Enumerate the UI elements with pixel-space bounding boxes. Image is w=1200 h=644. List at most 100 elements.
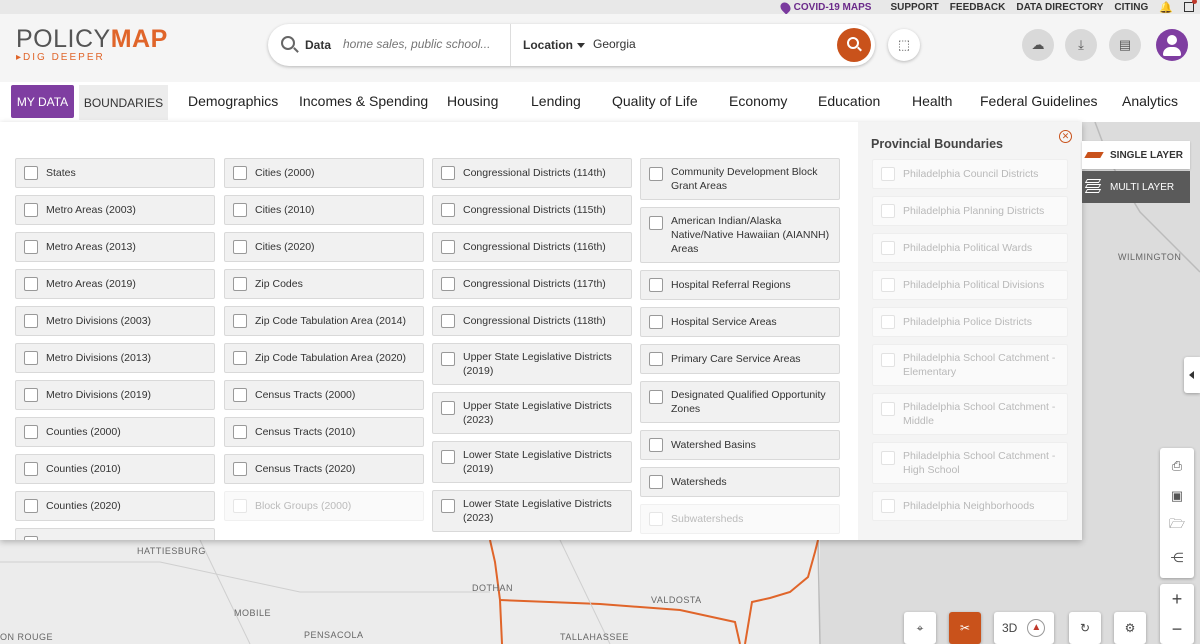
boundary-option[interactable]: Primary Care Service Areas xyxy=(640,344,840,374)
collapse-panel-tab[interactable] xyxy=(1184,357,1200,393)
covid-maps-link[interactable]: COVID-19 MAPS xyxy=(778,0,871,15)
nav-economy[interactable]: Economy xyxy=(729,93,787,109)
boundary-option[interactable]: Metro Areas (2003) xyxy=(15,195,215,225)
report-button[interactable]: ▤ xyxy=(1109,29,1141,61)
boundary-option[interactable]: Congressional Districts (116th) xyxy=(432,232,632,262)
boundary-option[interactable]: Lower State Legislative Districts (2019) xyxy=(432,441,632,483)
boundary-option[interactable]: Designated Qualified Opportunity Zones xyxy=(640,381,840,423)
boundary-option[interactable]: Counties (2000) xyxy=(15,417,215,447)
boundary-option[interactable]: Census Tracts (2010) xyxy=(224,417,424,447)
settings-button[interactable]: ⚙ xyxy=(1114,612,1146,644)
avatar[interactable] xyxy=(1156,29,1188,61)
close-icon[interactable]: ✕ xyxy=(1059,130,1072,143)
boundary-option[interactable]: Census Tracts (2020) xyxy=(224,454,424,484)
boundary-option[interactable]: Hospital Service Areas xyxy=(640,307,840,337)
checkbox[interactable] xyxy=(24,536,38,540)
boundary-option[interactable]: Cities (2010) xyxy=(224,195,424,225)
checkbox[interactable] xyxy=(24,388,38,402)
draw-tool-button[interactable]: ⌖ xyxy=(904,612,936,644)
cut-tool-button[interactable]: ✂ xyxy=(949,612,981,644)
checkbox[interactable] xyxy=(233,462,247,476)
checkbox[interactable] xyxy=(441,314,455,328)
nav-housing[interactable]: Housing xyxy=(447,93,498,109)
checkbox[interactable] xyxy=(24,425,38,439)
nav-demographics[interactable]: Demographics xyxy=(188,93,278,109)
3d-label[interactable]: 3D xyxy=(1002,621,1017,635)
nav-health[interactable]: Health xyxy=(912,93,952,109)
checkbox[interactable] xyxy=(24,203,38,217)
checkbox[interactable] xyxy=(233,351,247,365)
checkbox[interactable] xyxy=(649,475,663,489)
checkbox[interactable] xyxy=(441,203,455,217)
checkbox[interactable] xyxy=(441,352,455,366)
checkbox[interactable] xyxy=(649,216,663,230)
boundary-option[interactable]: Congressional Districts (115th) xyxy=(432,195,632,225)
upload-button[interactable]: ☁ xyxy=(1022,29,1054,61)
boundary-option[interactable]: Congressional Districts (114th) xyxy=(432,158,632,188)
zoom-out-button[interactable]: − xyxy=(1160,614,1194,644)
checkbox[interactable] xyxy=(24,277,38,291)
boundary-option[interactable]: Cities (2000) xyxy=(224,158,424,188)
checkbox[interactable] xyxy=(649,315,663,329)
checkbox[interactable] xyxy=(24,166,38,180)
checkbox[interactable] xyxy=(233,203,247,217)
boundary-option[interactable]: Watersheds xyxy=(640,467,840,497)
checkbox[interactable] xyxy=(441,240,455,254)
nav-analytics[interactable]: Analytics xyxy=(1122,93,1178,109)
boundary-option-partial[interactable] xyxy=(15,528,215,540)
zoom-in-button[interactable]: + xyxy=(1160,584,1194,614)
boundary-option[interactable]: Zip Codes xyxy=(224,269,424,299)
checkbox[interactable] xyxy=(24,351,38,365)
checkbox[interactable] xyxy=(649,390,663,404)
policymap-logo[interactable]: POLICYMAP ▸DIG DEEPER xyxy=(16,26,168,63)
checkbox[interactable] xyxy=(233,388,247,402)
nav-incomes-spending[interactable]: Incomes & Spending xyxy=(299,93,428,109)
data-directory-link[interactable]: DATA DIRECTORY xyxy=(1016,2,1103,13)
checkbox[interactable] xyxy=(233,277,247,291)
boundary-option[interactable]: Metro Divisions (2019) xyxy=(15,380,215,410)
boundary-option[interactable]: American Indian/Alaska Native/Native Haw… xyxy=(640,207,840,263)
boundary-option[interactable]: Upper State Legislative Districts (2023) xyxy=(432,392,632,434)
location-input[interactable] xyxy=(593,37,773,51)
boundary-option[interactable]: Cities (2020) xyxy=(224,232,424,262)
single-layer-button[interactable]: SINGLE LAYER xyxy=(1082,141,1190,169)
boundary-option[interactable]: Metro Divisions (2013) xyxy=(15,343,215,373)
boundary-option[interactable]: Congressional Districts (117th) xyxy=(432,269,632,299)
citing-link[interactable]: CITING xyxy=(1114,2,1148,13)
checkbox[interactable] xyxy=(441,277,455,291)
feedback-link[interactable]: FEEDBACK xyxy=(950,2,1006,13)
boundary-option[interactable]: Hospital Referral Regions xyxy=(640,270,840,300)
checkbox[interactable] xyxy=(441,166,455,180)
checkbox[interactable] xyxy=(441,401,455,415)
tab-my-data[interactable]: MY DATA xyxy=(11,85,74,118)
checkbox[interactable] xyxy=(24,314,38,328)
boundary-option[interactable]: States xyxy=(15,158,215,188)
nav-federal-guidelines[interactable]: Federal Guidelines xyxy=(980,93,1098,109)
nav-quality-of-life[interactable]: Quality of Life xyxy=(612,93,698,109)
checkbox[interactable] xyxy=(441,450,455,464)
multi-layer-button[interactable]: MULTI LAYER xyxy=(1082,171,1190,203)
boundary-option[interactable]: Counties (2020) xyxy=(15,491,215,521)
boundary-option[interactable]: Metro Areas (2013) xyxy=(15,232,215,262)
boundary-option[interactable]: Zip Code Tabulation Area (2014) xyxy=(224,306,424,336)
open-folder-button[interactable]: 🗁 xyxy=(1160,510,1194,542)
boundary-option[interactable]: Counties (2010) xyxy=(15,454,215,484)
checkbox[interactable] xyxy=(649,352,663,366)
print-button[interactable]: ⎙ xyxy=(1160,450,1194,482)
3d-compass-control[interactable]: 3D ▲ xyxy=(994,612,1054,644)
checkbox[interactable] xyxy=(441,499,455,513)
boundary-option[interactable]: Metro Areas (2019) xyxy=(15,269,215,299)
checkbox[interactable] xyxy=(24,240,38,254)
tab-boundaries[interactable]: BOUNDARIES xyxy=(79,85,168,120)
location-dropdown[interactable]: Location xyxy=(523,38,585,52)
compass-icon[interactable]: ▲ xyxy=(1027,619,1046,637)
checkbox[interactable] xyxy=(233,166,247,180)
boundary-option[interactable]: Community Development Block Grant Areas xyxy=(640,158,840,200)
checkbox[interactable] xyxy=(649,438,663,452)
support-link[interactable]: SUPPORT xyxy=(890,2,938,13)
checkbox[interactable] xyxy=(233,240,247,254)
data-search-input[interactable] xyxy=(343,37,503,51)
checkbox[interactable] xyxy=(24,462,38,476)
search-submit-button[interactable] xyxy=(837,28,871,62)
boundary-option[interactable]: Metro Divisions (2003) xyxy=(15,306,215,336)
